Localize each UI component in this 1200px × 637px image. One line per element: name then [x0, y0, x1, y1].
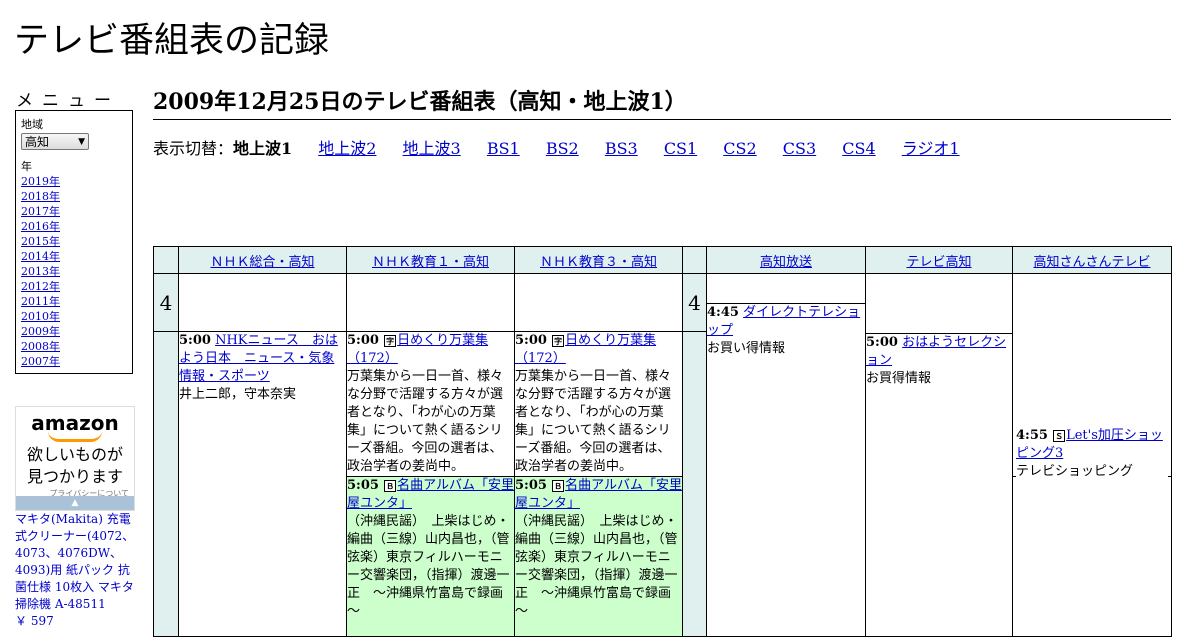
year-link[interactable]: 2017年 [21, 204, 127, 219]
program-time: 5:05 [347, 478, 379, 493]
program-cell: 5:05 Ｂ 名曲アルバム「安里屋ユンタ」 （沖縄民謡） 上柴はじめ・編曲（三線）… [346, 476, 515, 637]
page-title: 2009年12月25日のテレビ番組表（高知・地上波1） [153, 84, 1171, 120]
year-link[interactable]: 2018年 [21, 189, 127, 204]
stereo-icon: Ｓ [1053, 429, 1066, 442]
program-desc: 万葉集から一日一首、様々な分野で活躍する方々が選者となり、「わが心の万葉集」につ… [347, 369, 504, 474]
year-link[interactable]: 2010年 [21, 309, 127, 324]
bilingual-icon: Ｂ [384, 479, 397, 492]
year-link[interactable]: 2007年 [21, 354, 127, 369]
program-grid: ＮＨＫ総合・高知 ＮＨＫ教育１・高知 ＮＨＫ教育３・高知 高知放送 テレビ高知 … [153, 246, 1172, 637]
program-time: 5:00 [347, 333, 379, 348]
channel-header: 高知放送 [706, 246, 866, 274]
switcher-current: 地上波1 [233, 139, 293, 158]
year-link[interactable]: 2014年 [21, 249, 127, 264]
switcher-link[interactable]: BS3 [605, 139, 638, 158]
program-desc: お買い得情報 [707, 341, 786, 356]
program-desc: （沖縄民謡） 上柴はじめ・編曲（三線）山内昌也，（管弦楽）東京フィルハーモニー交… [347, 514, 510, 619]
switcher-link[interactable]: CS3 [783, 139, 816, 158]
program-time: 4:45 [707, 305, 739, 320]
year-link[interactable]: 2009年 [21, 324, 127, 339]
channel-header: ＮＨＫ教育３・高知 [514, 246, 683, 274]
channel-link-kochi[interactable]: 高知放送 [760, 255, 812, 270]
year-list: 2019年 2018年 2017年 2016年 2015年 2014年 2013… [21, 174, 127, 369]
channel-link-nhk-g[interactable]: ＮＨＫ総合・高知 [210, 255, 314, 270]
chevron-up-icon: ▲ [71, 498, 79, 508]
program-time: 4:55 [1016, 428, 1048, 443]
amazon-ad-banner[interactable]: amazon 欲しいものが 見つかります プライバシーについて ▲ [15, 406, 135, 511]
region-label: 地域 [21, 118, 43, 131]
empty-slot [865, 273, 1013, 334]
program-desc: お買得情報 [866, 371, 932, 386]
switcher-link[interactable]: CS1 [664, 139, 697, 158]
ad-product[interactable]: マキタ(Makita) 充電式クリーナー(4072、4073、4076DW、40… [15, 511, 137, 630]
site-title: テレビ番組表の記録 [14, 21, 330, 61]
ad-tagline-line2: 見つかります [26, 467, 123, 486]
ad-product-title[interactable]: マキタ(Makita) 充電式クリーナー(4072、4073、4076DW、40… [15, 511, 137, 613]
year-link[interactable]: 2008年 [21, 339, 127, 354]
program-desc: （沖縄民謡） 上柴はじめ・編曲（三線）山内昌也，（管弦楽）東京フィルハーモニー交… [515, 514, 678, 619]
hour-header-left [153, 246, 179, 274]
channel-header: テレビ高知 [865, 246, 1013, 274]
chevron-down-icon: ▼ [78, 136, 85, 147]
program-time: 5:00 [179, 333, 211, 348]
ad-tagline: 欲しいものが 見つかります [16, 444, 134, 488]
empty-slot [178, 273, 347, 332]
program-cell: 5:00 おはようセレクション お買得情報 [865, 333, 1013, 637]
amazon-logo: amazon [31, 411, 119, 435]
hour-header-mid [682, 246, 707, 274]
channel-link-nhk-e3[interactable]: ＮＨＫ教育３・高知 [540, 255, 657, 270]
year-link[interactable]: 2019年 [21, 174, 127, 189]
empty-slot [346, 273, 515, 332]
switcher-link[interactable]: BS2 [546, 139, 579, 158]
switcher-link[interactable]: CS4 [842, 139, 875, 158]
broadcast-switcher: 表示切替：地上波1 地上波2 地上波3 BS1 BS2 BS3 CS1 CS2 … [153, 135, 981, 159]
program-desc: テレビショッピング [1016, 464, 1134, 479]
menu-box: 地域 高知 ▼ 年 2019年 2018年 2017年 2016年 2015年 … [15, 110, 133, 374]
subtitle-icon: 字 [552, 334, 565, 347]
hour-cell: 4 [682, 273, 707, 332]
switcher-label: 表示切替： [153, 139, 234, 158]
hour-cell: 4 [153, 273, 179, 332]
region-select-value: 高知 [25, 135, 50, 149]
menu-title: メニュー [16, 91, 120, 111]
program-time: 5:00 [515, 333, 547, 348]
channel-link-sunsun[interactable]: 高知さんさんテレビ [1033, 255, 1150, 270]
switcher-link[interactable]: ラジオ1 [902, 139, 960, 158]
hour-cell-body [682, 331, 707, 637]
switcher-link[interactable]: 地上波2 [318, 139, 376, 158]
channel-header: ＮＨＫ総合・高知 [178, 246, 347, 274]
channel-header: 高知さんさんテレビ [1012, 246, 1172, 274]
program-desc: 井上二郎，守本奈実 [179, 387, 297, 402]
year-label: 年 [21, 160, 32, 173]
ad-expand-bar[interactable]: ▲ [16, 496, 134, 510]
program-time: 5:05 [515, 478, 547, 493]
year-link[interactable]: 2013年 [21, 264, 127, 279]
hour-cell-body [153, 331, 179, 637]
subtitle-icon: 字 [384, 334, 397, 347]
year-link[interactable]: 2012年 [21, 279, 127, 294]
program-time: 5:00 [866, 335, 898, 350]
channel-link-nhk-e1[interactable]: ＮＨＫ教育１・高知 [372, 255, 489, 270]
channel-link-tv-kochi[interactable]: テレビ高知 [906, 255, 971, 270]
switcher-link[interactable]: 地上波3 [403, 139, 461, 158]
year-link[interactable]: 2011年 [21, 294, 127, 309]
year-link[interactable]: 2016年 [21, 219, 127, 234]
program-cell: 4:45 ダイレクトテレショップ お買い得情報 [706, 303, 866, 637]
year-link[interactable]: 2015年 [21, 234, 127, 249]
program-cell: 4:55 Ｓ Let's加圧ショッピング3 テレビショッピング [1012, 427, 1172, 637]
program-cell: 5:00 字日めくり万葉集（172） 万葉集から一日一首、様々な分野で活躍する方… [346, 331, 515, 477]
ad-product-price: ￥ 597 [15, 614, 54, 628]
empty-slot [706, 273, 866, 304]
switcher-link[interactable]: BS1 [487, 139, 520, 158]
region-select[interactable]: 高知 ▼ [21, 133, 89, 150]
program-cell: 5:00 字日めくり万葉集（172） 万葉集から一日一首、様々な分野で活躍する方… [514, 331, 683, 477]
ad-tagline-line1: 欲しいものが [26, 445, 123, 464]
channel-header: ＮＨＫ教育１・高知 [346, 246, 515, 274]
empty-slot [514, 273, 683, 332]
bilingual-icon: Ｂ [552, 479, 565, 492]
program-desc: 万葉集から一日一首、様々な分野で活躍する方々が選者となり、「わが心の万葉集」につ… [515, 369, 672, 474]
switcher-link[interactable]: CS2 [723, 139, 756, 158]
program-cell: 5:05 Ｂ 名曲アルバム「安里屋ユンタ」 （沖縄民謡） 上柴はじめ・編曲（三線）… [514, 476, 683, 637]
program-cell: 5:00 NHKニュース おはよう日本 ニュース・気象情報・スポーツ 井上二郎，… [178, 331, 347, 637]
